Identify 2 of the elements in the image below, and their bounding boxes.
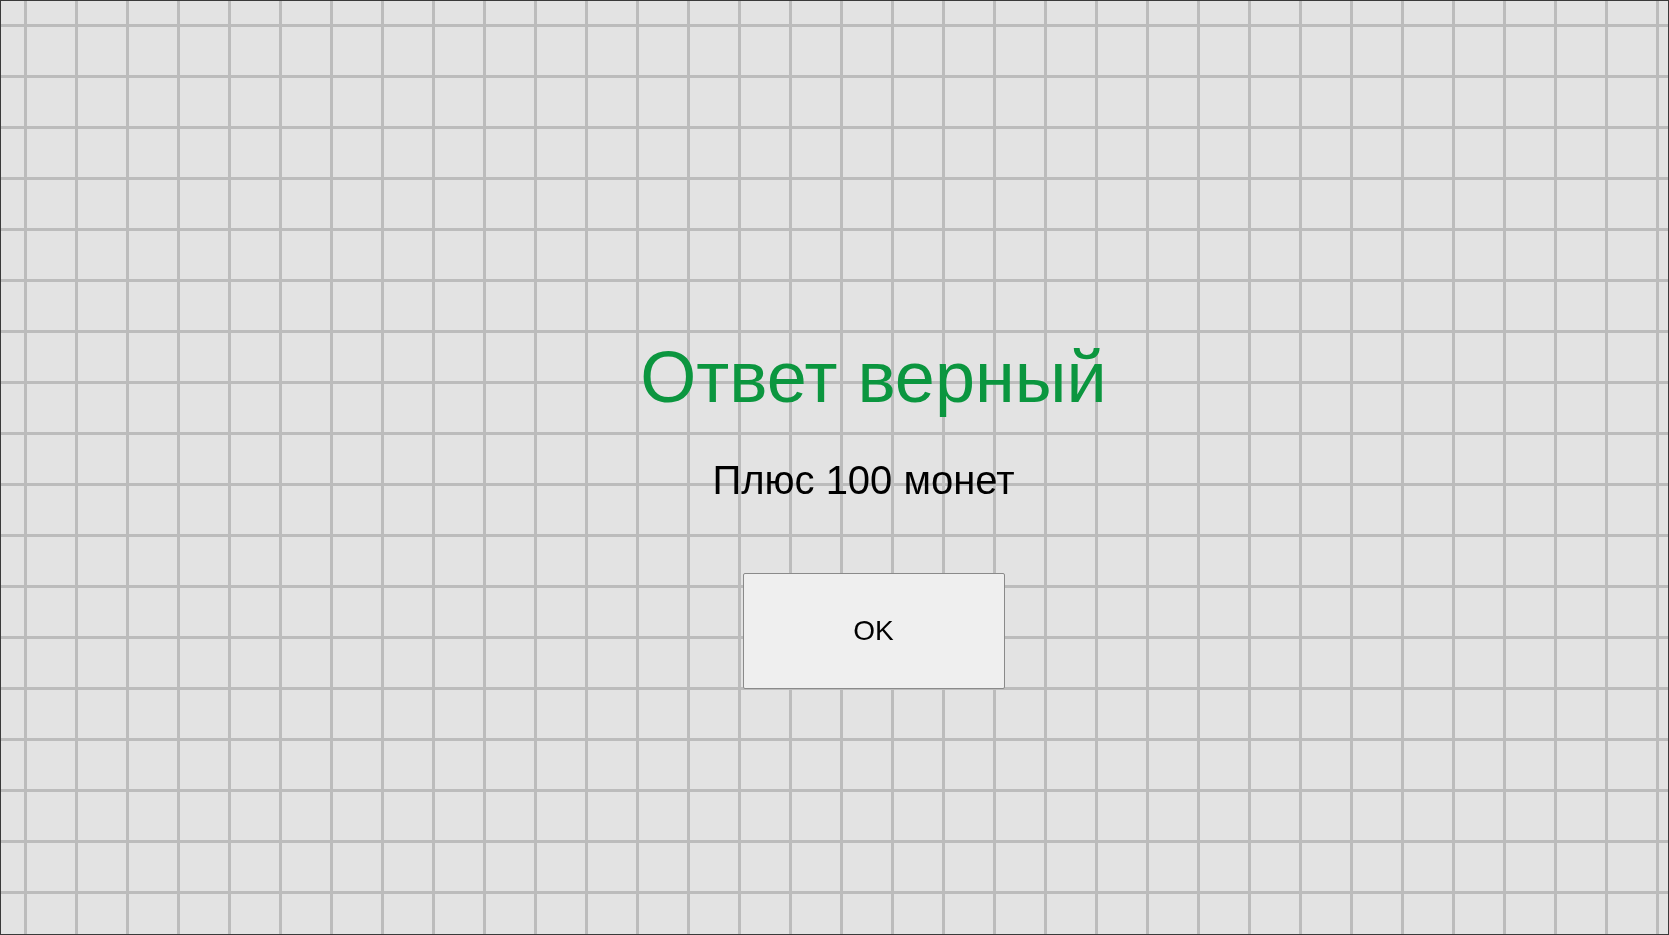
reward-message: Плюс 100 монет <box>712 460 1015 500</box>
ok-button[interactable]: OK <box>742 573 1005 689</box>
